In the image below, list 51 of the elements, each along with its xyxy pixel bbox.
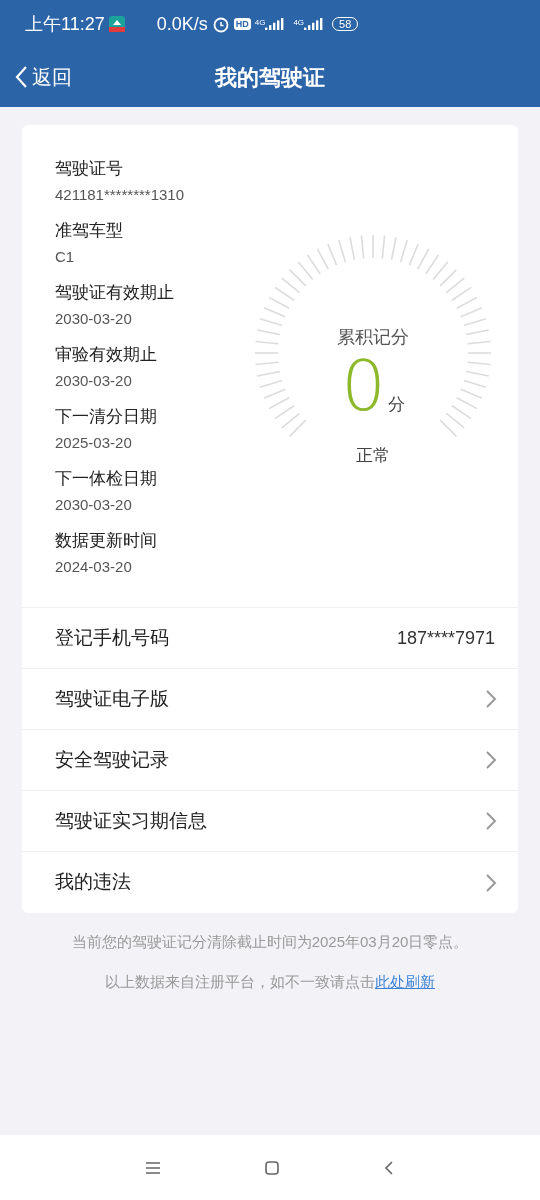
back-button[interactable]: 返回 xyxy=(14,62,72,92)
detail-value: 2030-03-20 xyxy=(55,309,133,329)
app-icon xyxy=(108,16,125,32)
detail-label: 下一体检日期 xyxy=(55,468,158,490)
list-row[interactable]: 我的违法 xyxy=(22,852,518,913)
list-row[interactable]: 驾驶证实习期信息 xyxy=(22,791,518,852)
gauge-title: 累积记分 xyxy=(337,326,409,349)
refresh-link[interactable]: 此处刷新 xyxy=(375,972,435,990)
row-label: 我的违法 xyxy=(55,870,131,895)
status-label: 正常 xyxy=(356,445,390,467)
status-time: 上午11:27 xyxy=(25,12,105,36)
score-unit: 分 xyxy=(387,393,405,416)
chevron-icon xyxy=(485,872,497,893)
detail-value: 2024-03-20 xyxy=(55,557,133,577)
detail-value: 2030-03-20 xyxy=(55,495,133,515)
detail-label: 下一清分日期 xyxy=(55,406,158,428)
list-row[interactable]: 登记手机号码 187****7971 xyxy=(22,608,518,669)
row-label: 驾驶证实习期信息 xyxy=(55,808,207,833)
source-note: 以上数据来自注册平台，如不一致请点击此处刷新 xyxy=(104,971,436,992)
network-type: 4G xyxy=(293,17,305,29)
detail-label: 驾驶证有效期止 xyxy=(55,282,175,304)
signal-icon xyxy=(304,17,325,31)
network-type: 4G xyxy=(254,17,266,29)
detail-label: 审验有效期止 xyxy=(55,344,158,366)
network-speed: 0.0K/s xyxy=(156,12,208,36)
back-nav-icon[interactable] xyxy=(384,1160,394,1175)
detail-label: 准驾车型 xyxy=(55,220,124,242)
detail-value: 421181********1310 xyxy=(55,185,184,205)
alarm-icon xyxy=(211,15,230,33)
score-value: 0 xyxy=(341,351,386,421)
row-label: 安全驾驶记录 xyxy=(55,747,169,772)
hd-badge: HD xyxy=(233,18,251,30)
list-row[interactable]: 驾驶证电子版 xyxy=(22,669,518,730)
detail-value: 2025-03-20 xyxy=(55,433,133,453)
menu-icon[interactable] xyxy=(146,1161,160,1174)
home-icon[interactable] xyxy=(265,1160,279,1175)
detail-value: C1 xyxy=(55,247,76,267)
back-icon xyxy=(14,65,28,89)
page-title: 我的驾驶证 xyxy=(215,64,325,92)
chevron-icon xyxy=(485,689,497,709)
chevron-icon xyxy=(485,750,497,770)
list-row[interactable]: 安全驾驶记录 xyxy=(22,730,518,791)
detail-value: 2030-03-20 xyxy=(55,371,133,391)
chevron-icon xyxy=(485,811,497,831)
row-label: 登记手机号码 xyxy=(55,625,169,650)
notice-text: 当前您的驾驶证记分清除截止时间为2025年03月20日零点。 xyxy=(70,932,470,952)
row-label: 驾驶证电子版 xyxy=(55,686,169,711)
signal-icon xyxy=(265,17,286,31)
detail-label: 驾驶证号 xyxy=(55,158,124,180)
row-value: 187****7971 xyxy=(396,626,495,650)
detail-label: 数据更新时间 xyxy=(55,530,158,552)
